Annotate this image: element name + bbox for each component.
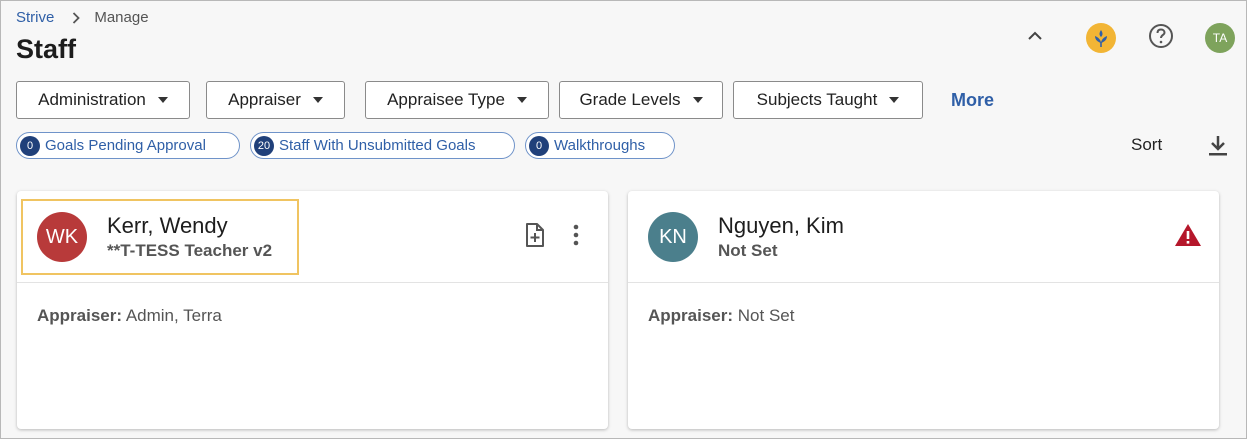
chip-walkthroughs[interactable]: 0 Walkthroughs xyxy=(525,132,675,159)
filter-subjects-taught[interactable]: Subjects Taught xyxy=(733,81,923,119)
staff-name[interactable]: Kerr, Wendy xyxy=(107,213,228,239)
chip-goals-pending-approval[interactable]: 0 Goals Pending Approval xyxy=(16,132,240,159)
page-title: Staff xyxy=(16,34,76,64)
chip-count: 20 xyxy=(254,135,274,156)
staff-card-header: WK Kerr, Wendy **T-TESS Teacher v2 xyxy=(17,191,608,283)
strive-logo-button[interactable] xyxy=(1084,21,1118,55)
caret-down-icon xyxy=(889,97,900,103)
appraiser-label: Appraiser: xyxy=(648,306,734,325)
staff-rubric: Not Set xyxy=(718,241,778,260)
avatar: TA xyxy=(1205,23,1235,53)
chip-label: Goals Pending Approval xyxy=(45,137,206,154)
help-button[interactable] xyxy=(1144,21,1178,55)
warning-indicator[interactable] xyxy=(1173,223,1203,251)
appraiser-label: Appraiser: xyxy=(37,306,123,325)
chip-staff-unsubmitted-goals[interactable]: 20 Staff With Unsubmitted Goals xyxy=(250,132,515,159)
filter-label: Appraiser xyxy=(228,90,301,109)
breadcrumb-current: Manage xyxy=(94,9,149,26)
chip-label: Staff With Unsubmitted Goals xyxy=(279,137,476,154)
filter-label: Subjects Taught xyxy=(756,90,878,109)
download-button[interactable] xyxy=(1206,133,1230,159)
caret-down-icon xyxy=(312,97,323,103)
more-vertical-icon xyxy=(573,224,579,251)
filter-administration[interactable]: Administration xyxy=(16,81,190,119)
filter-appraiser[interactable]: Appraiser xyxy=(206,81,345,119)
breadcrumb: Strive Manage xyxy=(16,9,149,26)
help-icon xyxy=(1148,23,1174,54)
add-document-icon xyxy=(524,222,546,253)
staff-card-body: Appraiser: Admin, Terra xyxy=(37,306,222,326)
caret-down-icon xyxy=(157,97,168,103)
more-options-button[interactable] xyxy=(563,223,589,251)
filter-appraisee-type[interactable]: Appraisee Type xyxy=(365,81,549,119)
filter-label: Appraisee Type xyxy=(387,90,505,109)
staff-name[interactable]: Nguyen, Kim xyxy=(718,213,844,239)
warning-icon xyxy=(1174,223,1202,252)
filter-label: Grade Levels xyxy=(579,90,681,109)
appraiser-value: Not Set xyxy=(737,306,795,325)
sort-button[interactable]: Sort xyxy=(1131,135,1162,155)
staff-card[interactable]: WK Kerr, Wendy **T-TESS Teacher v2 Appra… xyxy=(17,191,608,429)
staff-card-header: KN Nguyen, Kim Not Set xyxy=(628,191,1219,283)
collapse-button[interactable] xyxy=(1018,21,1052,55)
download-icon xyxy=(1206,136,1230,163)
app-frame: Strive Manage Staff TA Administration Ap… xyxy=(0,0,1247,439)
staff-card[interactable]: KN Nguyen, Kim Not Set Appraiser: Not Se… xyxy=(628,191,1219,429)
strive-logo-icon xyxy=(1086,23,1116,53)
filter-grade-levels[interactable]: Grade Levels xyxy=(559,81,723,119)
more-filters-link[interactable]: More xyxy=(951,90,994,111)
caret-down-icon xyxy=(692,97,703,103)
add-document-button[interactable] xyxy=(522,222,548,253)
filter-label: Administration xyxy=(38,90,146,109)
chip-count: 0 xyxy=(529,135,549,156)
appraiser-value: Admin, Terra xyxy=(125,306,222,325)
avatar: WK xyxy=(37,212,87,262)
chevron-right-icon xyxy=(72,11,81,24)
staff-rubric: **T-TESS Teacher v2 xyxy=(107,241,273,260)
user-avatar-button[interactable]: TA xyxy=(1203,21,1237,55)
avatar: KN xyxy=(648,212,698,262)
chip-label: Walkthroughs xyxy=(554,137,646,154)
staff-card-body: Appraiser: Not Set xyxy=(648,306,794,326)
caret-down-icon xyxy=(516,97,527,103)
chevron-up-icon xyxy=(1027,29,1043,47)
breadcrumb-home-link[interactable]: Strive xyxy=(16,9,54,26)
chip-count: 0 xyxy=(20,135,40,156)
